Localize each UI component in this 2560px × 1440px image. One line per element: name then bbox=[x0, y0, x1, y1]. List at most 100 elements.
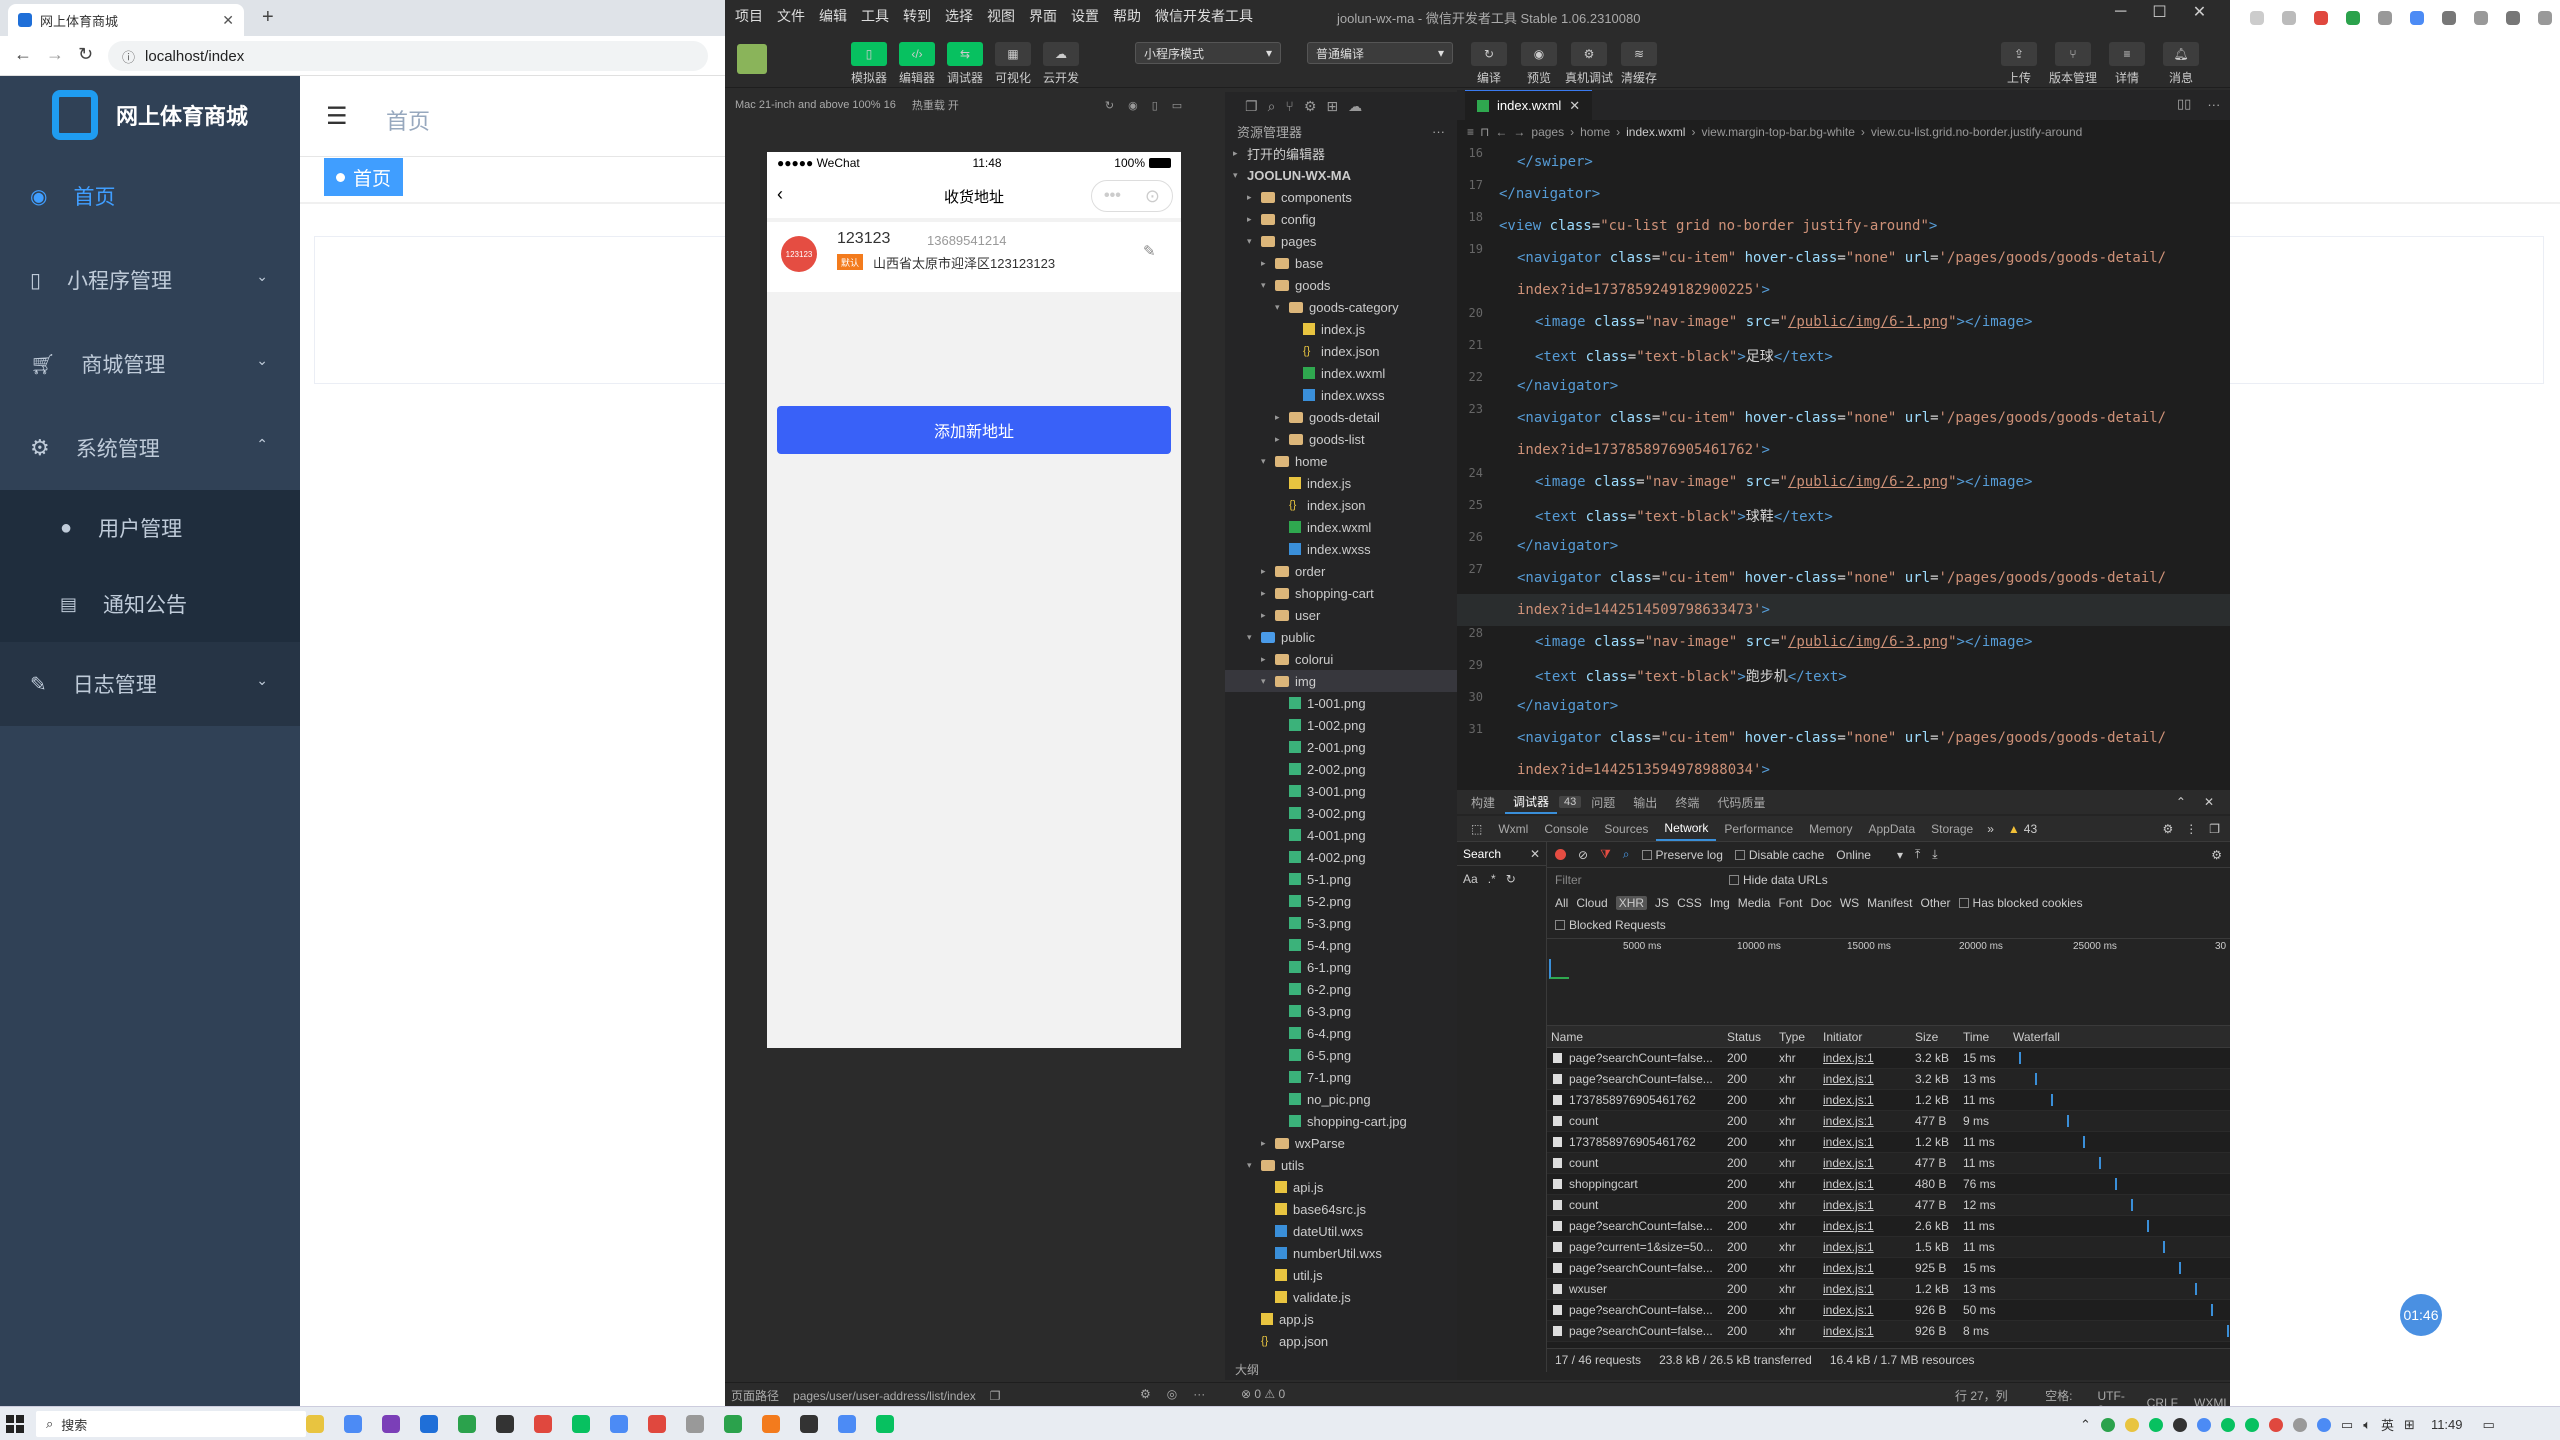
tray-icon[interactable] bbox=[2100, 1417, 2115, 1432]
editor-tab[interactable]: index.wxml ✕ bbox=[1465, 90, 1593, 120]
tree-folder[interactable]: ▸ wxParse bbox=[1225, 1132, 1457, 1154]
taskbar-clock[interactable]: 11:49 bbox=[2431, 1417, 2463, 1432]
tree-folder[interactable]: ▾ img bbox=[1225, 670, 1457, 692]
tree-file[interactable]: base64src.js bbox=[1225, 1198, 1457, 1220]
match-case-toggle[interactable]: Aa bbox=[1463, 872, 1478, 886]
project-avatar[interactable] bbox=[737, 44, 767, 74]
ime-icon[interactable]: ⊞ bbox=[2404, 1417, 2415, 1433]
tab-wxml[interactable]: Wxml bbox=[1490, 817, 1536, 841]
tree-file[interactable]: index.wxss bbox=[1225, 538, 1457, 560]
minimize-icon[interactable]: ─ bbox=[2115, 3, 2126, 21]
debug-icon[interactable]: ⚙ bbox=[1304, 98, 1317, 115]
network-row[interactable]: wxuser 200 xhr index.js:1 1.2 kB 13 ms bbox=[1547, 1279, 2230, 1300]
taskbar-app-icon[interactable] bbox=[382, 1415, 400, 1433]
tree-file[interactable]: index.js bbox=[1225, 318, 1457, 340]
tree-file[interactable]: 5-2.png bbox=[1225, 890, 1457, 912]
network-row[interactable]: count 200 xhr index.js:1 477 B 12 ms bbox=[1547, 1195, 2230, 1216]
rotate-icon[interactable]: ↻ bbox=[1105, 99, 1114, 112]
tree-section-open-editors[interactable]: ▸ 打开的编辑器 bbox=[1225, 142, 1457, 164]
chevron-up-icon[interactable]: ⌃ bbox=[2176, 795, 2186, 809]
network-cell[interactable]: index.js:1 bbox=[1823, 1261, 1874, 1275]
network-row[interactable]: count 200 xhr index.js:1 477 B 9 ms bbox=[1547, 1111, 2230, 1132]
input-language[interactable]: 英 bbox=[2381, 1415, 2394, 1434]
settings-icon[interactable]: ⚙ bbox=[1140, 1387, 1151, 1401]
compile-button[interactable]: ↻ 编译 bbox=[1465, 42, 1513, 86]
more-icon[interactable]: ··· bbox=[2207, 97, 2220, 112]
network-row[interactable]: page?searchCount=false... 200 xhr index.js:… bbox=[1547, 1048, 2230, 1069]
tree-file[interactable]: index.wxml bbox=[1225, 516, 1457, 538]
menu-item[interactable]: 工具 bbox=[861, 6, 889, 26]
tab-appdata[interactable]: AppData bbox=[1860, 817, 1923, 841]
tree-folder[interactable]: ▾ pages bbox=[1225, 230, 1457, 252]
url-field[interactable]: ⓘ localhost/index bbox=[108, 41, 708, 71]
taskbar-app-icon[interactable] bbox=[800, 1415, 818, 1433]
tree-file[interactable]: util.js bbox=[1225, 1264, 1457, 1286]
tree-file[interactable]: api.js bbox=[1225, 1176, 1457, 1198]
menu-item-home[interactable]: ◉ 首页 bbox=[0, 154, 300, 238]
close-icon[interactable]: ✕ bbox=[1569, 98, 1580, 114]
reload-icon[interactable]: ↻ bbox=[78, 44, 93, 65]
tab-storage[interactable]: Storage bbox=[1923, 817, 1981, 841]
editor-button[interactable]: ‹/› 编辑器 bbox=[893, 42, 941, 86]
wechat-capsule[interactable]: ••• ⊙ bbox=[1091, 180, 1173, 212]
debugger-button[interactable]: ⇆ 调试器 bbox=[941, 42, 989, 86]
mode-select[interactable]: 小程序模式 ▾ bbox=[1135, 42, 1281, 64]
taskbar-app-icon[interactable] bbox=[762, 1415, 780, 1433]
extensions-icon[interactable]: ⊞ bbox=[1326, 98, 1338, 115]
dock-icon[interactable]: ❐ bbox=[2209, 822, 2220, 836]
type-filter[interactable]: JS bbox=[1655, 896, 1669, 910]
type-filter[interactable]: Img bbox=[1710, 896, 1730, 910]
compile-select[interactable]: 普通编译 ▾ bbox=[1307, 42, 1453, 64]
tree-folder[interactable]: ▸ order bbox=[1225, 560, 1457, 582]
taskbar-app-icon[interactable] bbox=[458, 1415, 476, 1433]
taskbar-app-icon[interactable] bbox=[534, 1415, 552, 1433]
tree-file[interactable]: no_pic.png bbox=[1225, 1088, 1457, 1110]
edit-icon[interactable]: ✎ bbox=[1143, 242, 1156, 260]
tree-file[interactable]: 4-002.png bbox=[1225, 846, 1457, 868]
type-filter[interactable]: CSS bbox=[1677, 896, 1702, 910]
tab-sources[interactable]: Sources bbox=[1596, 817, 1656, 841]
preserve-log-checkbox[interactable] bbox=[1641, 849, 1652, 860]
taskbar-app-icon[interactable] bbox=[876, 1415, 894, 1433]
clear-cache-button[interactable]: ≋ 清缓存 bbox=[1615, 42, 1663, 86]
refresh-icon[interactable]: ↻ bbox=[1506, 872, 1516, 886]
close-icon[interactable]: ✕ bbox=[1530, 847, 1540, 861]
tag-home[interactable]: 首页 bbox=[324, 158, 404, 196]
extension-icon[interactable] bbox=[2314, 11, 2328, 25]
tree-file[interactable]: 5-1.png bbox=[1225, 868, 1457, 890]
hamburger-icon[interactable]: ☰ bbox=[326, 102, 348, 131]
tab-performance[interactable]: Performance bbox=[1716, 817, 1801, 841]
search-icon[interactable]: ⌕ bbox=[1268, 98, 1276, 115]
network-cell[interactable]: index.js:1 bbox=[1823, 1219, 1874, 1233]
cloud-icon[interactable]: ☁ bbox=[1348, 98, 1362, 115]
remote-debug-button[interactable]: ⚙ 真机调试 bbox=[1565, 42, 1613, 86]
network-icon[interactable]: ▭ bbox=[2341, 1417, 2353, 1433]
type-filter[interactable]: Manifest bbox=[1867, 896, 1912, 910]
add-address-button[interactable]: 添加新地址 bbox=[777, 406, 1171, 454]
preview-button[interactable]: ◉ 预览 bbox=[1515, 42, 1563, 86]
message-button[interactable]: 🔔︎ 消息 bbox=[2157, 42, 2205, 86]
more-icon[interactable]: ⋮ bbox=[2185, 822, 2197, 836]
tab-problems[interactable]: 问题 bbox=[1583, 790, 1623, 814]
tab-debugger[interactable]: 调试器 bbox=[1505, 790, 1558, 814]
tree-folder[interactable]: ▸ components bbox=[1225, 186, 1457, 208]
hide-data-urls-checkbox[interactable] bbox=[1729, 875, 1739, 885]
tree-file[interactable]: 2-002.png bbox=[1225, 758, 1457, 780]
tray-icon[interactable] bbox=[2316, 1417, 2331, 1432]
column-header[interactable]: Waterfall bbox=[2013, 1030, 2060, 1044]
network-cell[interactable]: index.js:1 bbox=[1823, 1303, 1874, 1317]
close-icon[interactable]: ✕ bbox=[2193, 2, 2206, 22]
network-row[interactable]: page?searchCount=false... 200 xhr index.js:… bbox=[1547, 1258, 2230, 1279]
menu-item-system[interactable]: ⚙ 系统管理 ⌃ bbox=[0, 406, 300, 490]
record-icon[interactable]: ◉ bbox=[1128, 99, 1138, 112]
close-tab-icon[interactable]: ✕ bbox=[222, 12, 234, 29]
menu-item-users[interactable]: ● 用户管理 bbox=[0, 490, 300, 566]
tree-project[interactable]: ▾ JOOLUN-WX-MA bbox=[1225, 164, 1457, 186]
network-row[interactable]: 1737858976905461762 200 xhr index.js:1 1.2 k… bbox=[1547, 1132, 2230, 1153]
network-cell[interactable]: index.js:1 bbox=[1823, 1051, 1874, 1065]
type-filter[interactable]: Font bbox=[1778, 896, 1802, 910]
blocked-cookies-checkbox[interactable] bbox=[1958, 898, 1969, 908]
network-cell[interactable]: index.js:1 bbox=[1823, 1072, 1874, 1086]
column-header[interactable]: Size bbox=[1915, 1030, 1938, 1044]
tree-file[interactable]: 6-2.png bbox=[1225, 978, 1457, 1000]
